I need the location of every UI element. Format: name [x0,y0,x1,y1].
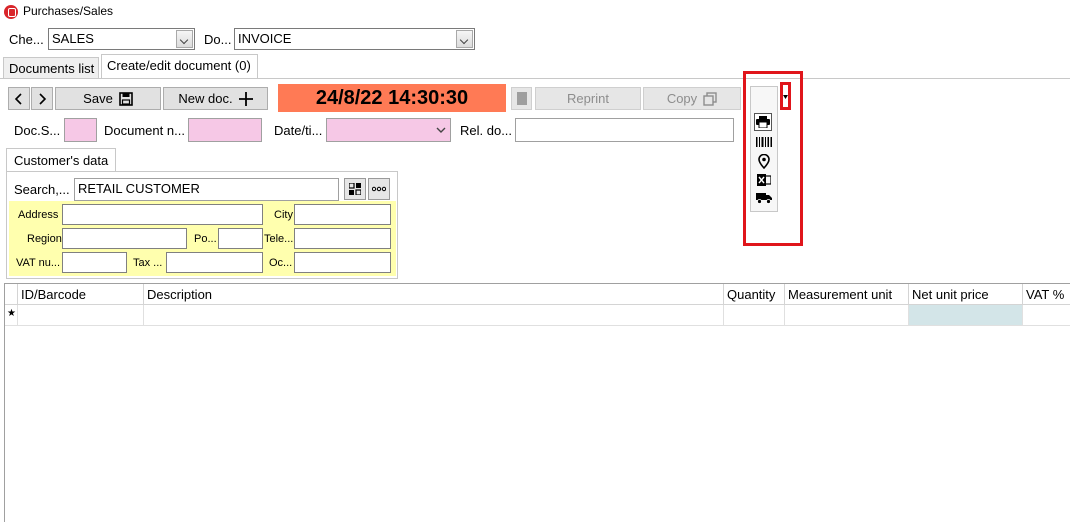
tax-office-field[interactable] [166,252,263,273]
vat-number-field[interactable] [62,252,127,273]
address-label: Address [18,209,59,221]
chevron-down-icon[interactable] [176,30,193,48]
tab-create-edit-document[interactable]: Create/edit document (0) [101,54,258,78]
print-option-barcode[interactable] [755,133,773,151]
datetime-field[interactable] [326,118,451,142]
occupation-field[interactable] [294,252,391,273]
postal-code-label: Po... [194,233,217,245]
copy-button-label: Copy [666,91,698,106]
check-select-value: SALES [52,31,94,46]
more-icon [372,186,386,192]
document-datetime-display: 24/8/22 14:30:30 [278,84,506,112]
grid-icon [349,183,361,195]
floppy-disk-icon [119,91,133,106]
app-icon [4,5,18,19]
column-header-quantity[interactable]: Quantity [724,284,785,305]
caret-down-icon [783,95,788,99]
column-header-description[interactable]: Description [144,284,724,305]
chevron-down-icon[interactable] [456,30,473,48]
cell-quantity[interactable] [724,305,785,326]
copy-icon [703,91,717,106]
location-pin-icon [758,153,770,169]
related-doc-field[interactable] [515,118,734,142]
tax-office-label: Tax ... [133,257,163,269]
new-row-marker: ★ [5,305,18,326]
chevron-right-icon [39,92,47,105]
new-document-button[interactable]: New doc. [163,87,268,110]
customer-search-label: Search,... [14,182,70,197]
customer-list-button[interactable] [344,178,366,200]
save-button[interactable]: Save [55,87,161,110]
column-header-measurement-unit[interactable]: Measurement unit [785,284,909,305]
cell-vat[interactable] [1023,305,1070,326]
doc-type-select[interactable]: INVOICE [234,28,475,50]
chevron-down-icon[interactable] [436,127,446,133]
tab-documents-list[interactable]: Documents list [3,57,99,78]
related-doc-label: Rel. do... [460,123,513,138]
next-button[interactable] [31,87,53,110]
phone-label: Tele... [264,233,294,245]
vat-number-label: VAT nu... [16,257,61,269]
excel-icon [757,174,771,186]
postal-code-field[interactable] [218,228,263,249]
print-option-location[interactable] [755,152,773,170]
doc-type-select-value: INVOICE [238,31,292,46]
truck-icon [756,193,772,204]
region-field[interactable] [62,228,187,249]
prev-button[interactable] [8,87,30,110]
check-label: Che... [9,32,44,47]
row-header-corner [5,284,18,305]
datetime-label: Date/ti... [274,123,323,138]
doc-number-label: Document n... [104,123,185,138]
cell-measurement-unit[interactable] [785,305,909,326]
city-field[interactable] [294,204,391,225]
save-button-label: Save [83,91,113,106]
cell-description[interactable] [144,305,724,326]
print-option-printer[interactable] [754,113,772,131]
chevron-left-icon [14,92,22,105]
occupation-label: Oc... [269,257,293,269]
doc-number-field[interactable] [188,118,262,142]
window-title: Purchases/Sales [23,4,114,18]
delete-button[interactable] [511,87,532,110]
items-grid[interactable]: ID/Barcode Description Quantity Measurem… [4,283,1070,522]
customer-more-button[interactable] [368,178,390,200]
printer-icon [756,116,770,128]
column-header-net-unit-price[interactable]: Net unit price [909,284,1023,305]
print-options-toggle[interactable] [780,82,791,110]
doc-type-label: Do... [204,32,232,47]
barcode-icon [756,137,772,147]
print-options-panel [750,86,778,212]
phone-field[interactable] [294,228,391,249]
print-option-delivery[interactable] [755,189,773,207]
cell-net-unit-price[interactable] [909,305,1023,326]
tab-divider [0,78,1070,79]
column-header-id-barcode[interactable]: ID/Barcode [18,284,144,305]
doc-series-field[interactable] [64,118,97,142]
region-label: Region [27,233,62,245]
reprint-button-label: Reprint [567,91,609,106]
new-document-button-label: New doc. [178,91,233,106]
cell-id-barcode[interactable] [18,305,144,326]
plus-icon [238,91,253,106]
doc-series-label: Doc.S... [14,123,61,138]
column-header-vat[interactable]: VAT % [1023,284,1070,305]
customer-search-input[interactable]: RETAIL CUSTOMER [74,178,339,201]
city-label: City [274,209,293,221]
address-field[interactable] [62,204,263,225]
check-select[interactable]: SALES [48,28,195,50]
reprint-button[interactable]: Reprint [535,87,641,110]
copy-button[interactable]: Copy [643,87,741,110]
tab-customer-data[interactable]: Customer's data [6,148,116,172]
trash-icon [516,92,527,105]
print-option-excel[interactable] [755,171,773,189]
